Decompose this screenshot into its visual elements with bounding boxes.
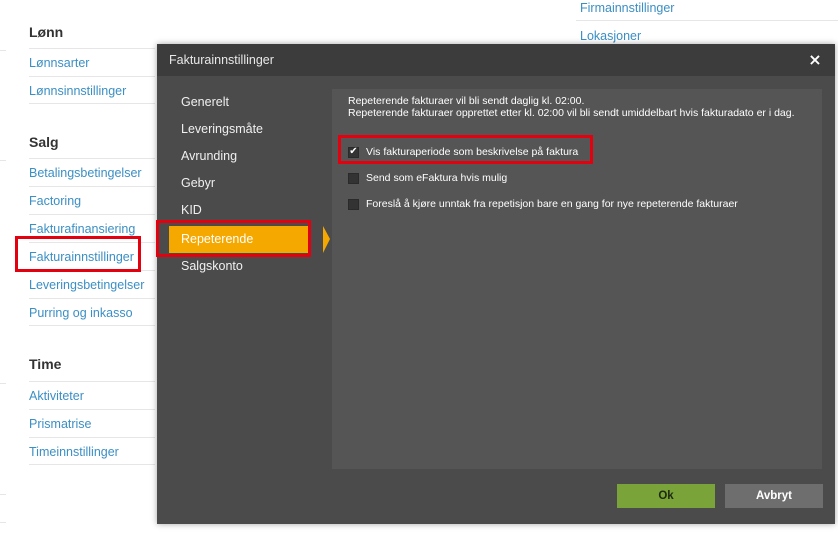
link-lonnsarter[interactable]: Lønnsarter: [29, 48, 155, 76]
option-send-efaktura[interactable]: Send som eFaktura hvis mulig: [348, 170, 507, 186]
invoice-settings-dialog: Fakturainnstillinger × Generelt Levering…: [157, 44, 835, 524]
divider: [0, 383, 6, 384]
link-aktiviteter[interactable]: Aktiviteter: [29, 381, 155, 409]
link-lonnsinnstillinger[interactable]: Lønnsinnstillinger: [29, 76, 155, 104]
ok-button[interactable]: Ok: [617, 484, 715, 508]
link-purring-og-inkasso[interactable]: Purring og inkasso: [29, 298, 155, 326]
dialog-header: Fakturainnstillinger ×: [157, 44, 835, 76]
link-betalingsbetingelser[interactable]: Betalingsbetingelser: [29, 158, 155, 186]
checkbox-icon[interactable]: [348, 172, 359, 184]
divider: [0, 522, 6, 523]
nav-item-avrunding[interactable]: Avrunding: [181, 143, 237, 170]
highlight-box: [156, 220, 311, 257]
info-text: Repeterende fakturaer vil bli sendt dagl…: [348, 95, 808, 119]
active-arrow-icon: [323, 226, 330, 253]
dialog-title: Fakturainnstillinger: [169, 53, 274, 67]
section-title-time: Time: [29, 356, 62, 372]
nav-item-salgskonto[interactable]: Salgskonto: [181, 253, 243, 280]
highlight-box: [15, 236, 141, 272]
link-timeinnstillinger[interactable]: Timeinnstillinger: [29, 437, 155, 465]
nav-item-generelt[interactable]: Generelt: [181, 89, 229, 116]
divider: [0, 494, 6, 495]
link-leveringsbetingelser[interactable]: Leveringsbetingelser: [29, 270, 155, 298]
link-firmainnstillinger[interactable]: Firmainnstillinger: [580, 0, 838, 28]
nav-item-leveringsmate[interactable]: Leveringsmåte: [181, 116, 263, 143]
divider: [576, 20, 838, 21]
divider: [0, 160, 6, 161]
highlight-box: [338, 135, 593, 164]
info-line-2: Repeterende fakturaer opprettet etter kl…: [348, 107, 795, 119]
checkbox-icon[interactable]: [348, 198, 359, 210]
section-title-lonn: Lønn: [29, 24, 64, 40]
nav-item-gebyr[interactable]: Gebyr: [181, 170, 215, 197]
settings-sidebar: Lønn Lønnsarter Lønnsinnstillinger Salg …: [0, 0, 160, 545]
divider: [0, 50, 6, 51]
cancel-button[interactable]: Avbryt: [725, 484, 823, 508]
info-line-1: Repeterende fakturaer vil bli sendt dagl…: [348, 95, 585, 107]
option-suggest-exception[interactable]: Foreslå å kjøre unntak fra repetisjon ba…: [348, 196, 738, 212]
link-factoring[interactable]: Factoring: [29, 186, 155, 214]
link-prismatrise[interactable]: Prismatrise: [29, 409, 155, 437]
option-label: Send som eFaktura hvis mulig: [366, 172, 508, 184]
close-icon[interactable]: ×: [807, 51, 823, 69]
section-title-salg: Salg: [29, 134, 59, 150]
option-label: Foreslå å kjøre unntak fra repetisjon ba…: [366, 198, 738, 210]
